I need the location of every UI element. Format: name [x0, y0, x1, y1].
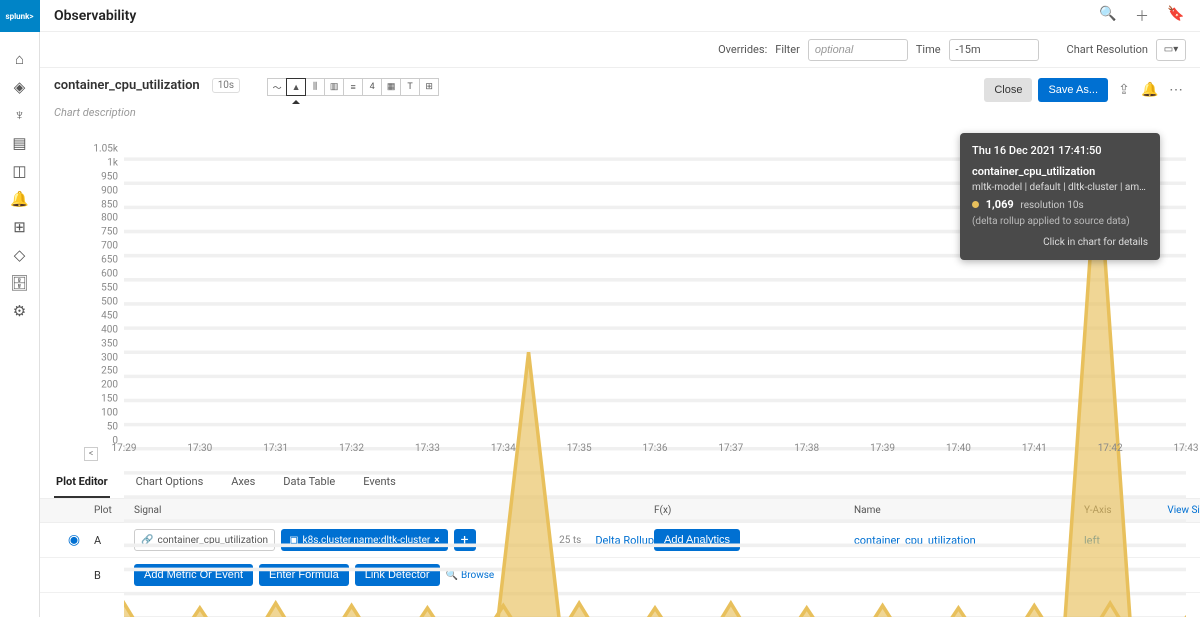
bookmark-icon[interactable]: 🔖	[1166, 6, 1186, 26]
chart-scroll-left-icon[interactable]: <	[84, 447, 98, 461]
tooltip-metric: container_cpu_utilization	[972, 164, 1148, 181]
vis-table-icon[interactable]: ⊞	[419, 78, 439, 96]
x-axis: 17:2917:3017:3117:3217:3317:3417:3517:36…	[124, 443, 1186, 463]
vis-line-icon[interactable]: 〜	[267, 78, 287, 96]
visibility-toggle-icon[interactable]: ◉	[54, 532, 94, 548]
visualization-type-group: 〜 ▲ ⫼ ▥ ≡ 4 ▦ T ⊞	[268, 78, 439, 96]
home-icon[interactable]: ⌂	[6, 46, 34, 72]
tooltip-value: 1,069	[986, 198, 1014, 211]
left-nav-sidebar: splunk> ⌂ ◈ ♆ ▤ ◫ 🔔 ⊞ ◇ 🗄 ⚙	[0, 0, 40, 617]
chart-description[interactable]: Chart description	[40, 102, 1200, 123]
filter-label: Filter	[775, 43, 800, 56]
vis-histogram-icon[interactable]: ▥	[324, 78, 344, 96]
chart-tooltip: Thu 16 Dec 2021 17:41:50 container_cpu_u…	[960, 133, 1160, 260]
settings-icon[interactable]: ⚙	[6, 298, 34, 324]
tooltip-resolution: resolution 10s	[1020, 200, 1083, 211]
chart-bell-icon[interactable]: 🔔	[1140, 82, 1160, 98]
vis-text-icon[interactable]: T	[400, 78, 420, 96]
chart-interval-badge: 10s	[212, 78, 240, 93]
add-icon[interactable]: ＋	[1132, 6, 1152, 26]
share-icon[interactable]: ⇪	[1114, 82, 1134, 98]
overrides-label: Overrides:	[718, 43, 767, 56]
resolution-label: Chart Resolution	[1067, 43, 1148, 56]
save-as-button[interactable]: Save As...	[1038, 78, 1108, 102]
chart-title[interactable]: container_cpu_utilization	[54, 78, 200, 93]
top-bar: Observability 🔍 ＋ 🔖	[40, 0, 1200, 32]
vis-column-icon[interactable]: ⫼	[305, 78, 325, 96]
detector-icon[interactable]: ◇	[6, 242, 34, 268]
tooltip-click-hint: Click in chart for details	[972, 235, 1148, 250]
chart-canvas[interactable]: 0501001502002503003504004505005506006507…	[40, 123, 1200, 463]
vis-heatmap-icon[interactable]: ▦	[381, 78, 401, 96]
log-icon[interactable]: ▤	[6, 130, 34, 156]
infra-icon[interactable]: ♆	[6, 102, 34, 128]
tooltip-series-dot	[972, 201, 979, 208]
tooltip-timestamp: Thu 16 Dec 2021 17:41:50	[972, 143, 1148, 160]
tooltip-note: (delta rollup applied to source data)	[972, 214, 1148, 229]
alert-icon[interactable]: 🔔	[6, 186, 34, 212]
tooltip-dimensions: mltk-model | default | dltk-cluster | am…	[972, 180, 1148, 195]
vis-area-icon[interactable]: ▲	[286, 78, 306, 96]
chart-more-icon[interactable]: ⋯	[1166, 82, 1186, 98]
filter-input[interactable]	[808, 39, 908, 61]
trace-icon[interactable]: ◈	[6, 74, 34, 100]
dashboard-icon[interactable]: ⊞	[6, 214, 34, 240]
vis-singlevalue-icon[interactable]: 4	[362, 78, 382, 96]
resolution-select[interactable]: ▭▾	[1156, 39, 1186, 61]
brand-logo[interactable]: splunk>	[0, 0, 40, 32]
close-button[interactable]: Close	[984, 78, 1032, 102]
time-label: Time	[916, 43, 941, 56]
page-title: Observability	[54, 8, 136, 24]
y-axis: 0501001502002503003504004505005506006507…	[84, 135, 122, 441]
overrides-bar: Overrides: Filter Time -15m Chart Resolu…	[40, 32, 1200, 68]
time-select[interactable]: -15m	[949, 39, 1039, 61]
data-icon[interactable]: 🗄	[6, 270, 34, 296]
rum-icon[interactable]: ◫	[6, 158, 34, 184]
search-icon[interactable]: 🔍	[1098, 6, 1118, 26]
vis-list-icon[interactable]: ≡	[343, 78, 363, 96]
tab-plot-editor[interactable]: Plot Editor	[54, 467, 110, 498]
